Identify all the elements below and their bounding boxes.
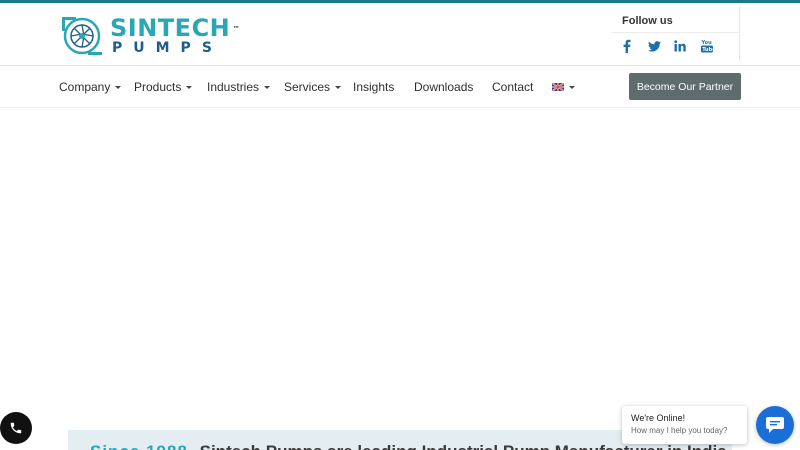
logo-trademark: ™ [232,25,241,33]
nav-label: Company [59,80,111,94]
follow-us-panel: Follow us YouTube [612,6,740,61]
nav-item-company[interactable]: Company [59,66,122,108]
nav-item-products[interactable]: Products [134,66,193,108]
linkedin-icon[interactable] [671,37,689,55]
chat-greeting[interactable]: We're Online! How may I help you today? [622,406,747,444]
nav-item-contact[interactable]: Contact [492,66,533,108]
site-header: SINTECH ™ PUMPS Follow us YouTube [0,3,800,65]
chat-subtitle: How may I help you today? [631,426,728,435]
logo-name-top: SINTECH [110,14,231,42]
nav-item-insights[interactable]: Insights [353,66,394,108]
nav-item-services[interactable]: Services [284,66,342,108]
caret-down-icon [264,86,271,89]
uk-flag-icon [552,83,564,91]
site-logo[interactable]: SINTECH ™ PUMPS [60,13,240,59]
call-button[interactable] [0,412,32,444]
follow-us-title: Follow us [622,15,673,27]
nav-label: Downloads [414,80,474,94]
svg-text:You: You [701,40,712,46]
caret-down-icon [569,86,575,89]
phone-icon [10,422,22,434]
caret-down-icon [115,86,122,89]
intro-year: Since 1988, [90,442,194,450]
facebook-icon[interactable] [617,37,635,55]
chat-title: We're Online! [631,413,686,423]
chat-open-button[interactable] [756,406,794,444]
logo-name-bottom: PUMPS [112,40,223,56]
nav-label: Services [284,80,331,94]
nav-item-industries[interactable]: Industries [207,66,271,108]
youtube-icon[interactable]: YouTube [698,37,716,55]
caret-down-icon [186,86,193,89]
pump-logo-icon [62,17,102,55]
nav-label: Contact [492,80,534,94]
nav-item-downloads[interactable]: Downloads [414,66,473,108]
nav-divider [0,107,800,108]
twitter-icon[interactable] [645,37,663,55]
svg-text:Tube: Tube [702,47,713,53]
nav-label: Insights [353,80,395,94]
nav-label: Products [134,80,182,94]
language-selector[interactable] [552,66,575,108]
follow-divider [612,32,740,33]
chat-icon [766,417,784,433]
nav-label: Industries [207,80,260,94]
caret-down-icon [335,86,342,89]
become-partner-button[interactable]: Become Our Partner [629,73,741,100]
